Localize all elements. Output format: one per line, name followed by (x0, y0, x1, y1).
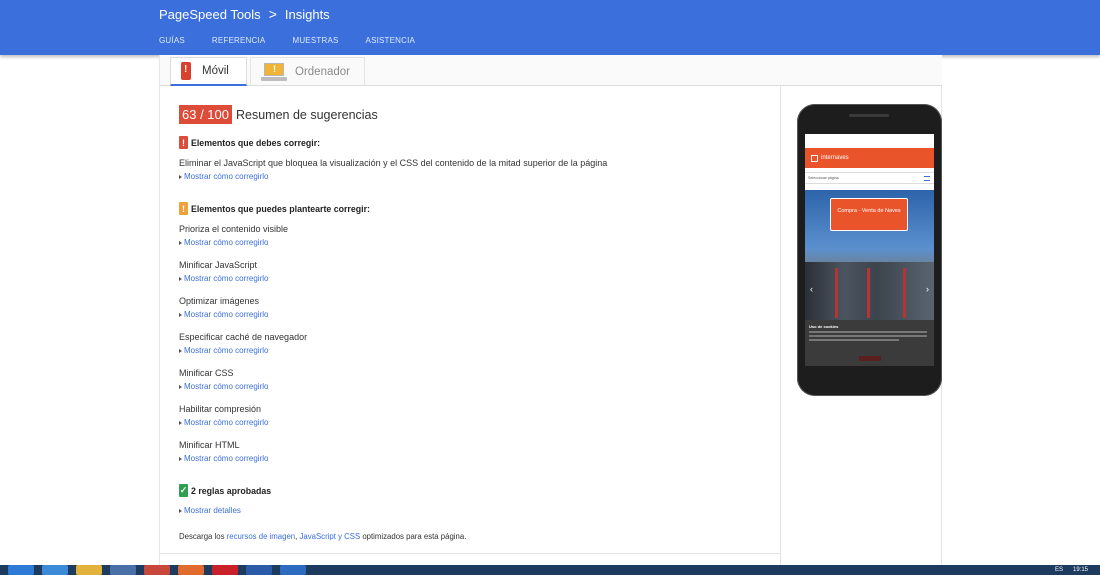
breadcrumb-product[interactable]: PageSpeed Tools (159, 7, 261, 22)
ie-icon[interactable] (42, 565, 68, 575)
language-indicator[interactable]: ES (1055, 565, 1063, 575)
mobile-preview: internaves Seleccionar página Compra - V… (797, 104, 942, 396)
start-icon[interactable] (8, 565, 34, 575)
caret-right-icon (179, 175, 182, 179)
top-nav: GUÍAS REFERENCIA MUESTRAS ASISTENCIA (159, 36, 442, 45)
score-badge: 63 / 100 (179, 105, 232, 124)
column-divider (780, 86, 781, 566)
chevron-left-icon: ‹ (810, 284, 813, 294)
preview-screen: internaves Seleccionar página Compra - V… (805, 134, 934, 366)
rule-title: Eliminar el JavaScript que bloquea la vi… (179, 158, 608, 168)
folder-icon[interactable] (76, 565, 102, 575)
preview-select: Seleccionar página (805, 172, 934, 184)
hamburger-icon (924, 176, 930, 181)
show-fix-link[interactable]: Mostrar cómo corregirlo (179, 346, 769, 356)
caret-right-icon (179, 241, 182, 245)
rule-title: Minificar JavaScript (179, 260, 258, 270)
image-resources-link[interactable]: recursos de imagen (227, 532, 295, 541)
media-icon[interactable] (110, 565, 136, 575)
rule-title: Minificar CSS (179, 368, 234, 378)
desktop-warning-icon (261, 63, 287, 81)
mobile-warning-icon (181, 62, 191, 80)
tab-mobile-label: Móvil (202, 65, 229, 77)
warning-icon: ! (179, 202, 188, 215)
tab-desktop-label: Ordenador (295, 66, 350, 78)
firefox-icon[interactable] (178, 565, 204, 575)
caret-right-icon (179, 277, 182, 281)
chrome-icon[interactable] (144, 565, 170, 575)
rule-title: Habilitar compresión (179, 404, 262, 414)
caret-right-icon (179, 385, 182, 389)
nav-referencia[interactable]: REFERENCIA (212, 36, 266, 45)
rule-item: Minificar HTML Mostrar cómo corregirlo (179, 439, 769, 464)
passed-heading: ✓ 2 reglas aprobadas (179, 484, 272, 497)
show-fix-link[interactable]: Mostrar cómo corregirlo (179, 172, 769, 182)
rule-item: Optimizar imágenes Mostrar cómo corregir… (179, 295, 769, 320)
top-header: PageSpeed Tools > Insights GUÍAS REFEREN… (0, 0, 1100, 55)
rule-item: Especificar caché de navegador Mostrar c… (179, 331, 769, 356)
building-image (805, 262, 934, 320)
preview-cookie-banner: Uso de cookies (805, 320, 934, 366)
rule-title: Especificar caché de navegador (179, 332, 308, 342)
word-icon[interactable] (246, 565, 272, 575)
summary-title: Resumen de sugerencias (236, 107, 378, 122)
brand-logo-icon (811, 154, 818, 162)
breadcrumb: PageSpeed Tools > Insights (159, 6, 330, 22)
nav-guias[interactable]: GUÍAS (159, 36, 185, 45)
outlook-icon[interactable] (280, 565, 306, 575)
consider-fix-heading: ! Elementos que puedes plantearte correg… (179, 202, 769, 215)
rule-item: Habilitar compresión Mostrar cómo correg… (179, 403, 769, 428)
caret-right-icon (179, 313, 182, 317)
chevron-right-icon: › (926, 284, 929, 294)
caret-right-icon (179, 457, 182, 461)
suggestions-summary: 63 / 100 Resumen de sugerencias ! Elemen… (179, 105, 769, 541)
caret-right-icon (179, 421, 182, 425)
check-icon: ✓ (179, 484, 188, 497)
rule-item: Eliminar el JavaScript que bloquea la vi… (179, 157, 769, 182)
show-fix-link[interactable]: Mostrar cómo corregirlo (179, 418, 769, 428)
breadcrumb-section[interactable]: Insights (285, 7, 330, 22)
breadcrumb-separator: > (268, 6, 277, 22)
clock[interactable]: 19:15 (1073, 565, 1088, 575)
error-icon: ! (179, 136, 188, 149)
content-bottom-line (160, 553, 780, 554)
preview-hero-button: Compra - Venta de Naves (830, 198, 908, 231)
show-details-link[interactable]: Mostrar detalles (179, 506, 769, 516)
score-line: 63 / 100 Resumen de sugerencias (179, 105, 769, 124)
tab-mobile[interactable]: Móvil (170, 57, 247, 86)
nav-asistencia[interactable]: ASISTENCIA (366, 36, 416, 45)
show-fix-link[interactable]: Mostrar cómo corregirlo (179, 238, 769, 248)
device-tabs: Móvil Ordenador (160, 55, 942, 86)
preview-hero: Compra - Venta de Naves ‹ › (805, 190, 934, 320)
download-note: Descarga los recursos de imagen, JavaScr… (179, 532, 467, 541)
rule-item: Minificar CSS Mostrar cómo corregirlo (179, 367, 769, 392)
js-css-link[interactable]: JavaScript y CSS (300, 532, 361, 541)
show-fix-link[interactable]: Mostrar cómo corregirlo (179, 274, 769, 284)
must-fix-heading: ! Elementos que debes corregir: (179, 136, 769, 149)
rule-item: Prioriza el contenido visible Mostrar có… (179, 223, 769, 248)
show-fix-link[interactable]: Mostrar cómo corregirlo (179, 382, 769, 392)
show-fix-link[interactable]: Mostrar cómo corregirlo (179, 310, 769, 320)
show-fix-link[interactable]: Mostrar cómo corregirlo (179, 454, 769, 464)
phone-speaker (849, 114, 889, 117)
rule-title: Optimizar imágenes (179, 296, 260, 306)
nav-muestras[interactable]: MUESTRAS (292, 36, 338, 45)
os-taskbar: ES 19:15 (0, 565, 1100, 575)
rule-title: Prioriza el contenido visible (179, 224, 289, 234)
preview-brand-bar: internaves (805, 148, 934, 168)
rule-title: Minificar HTML (179, 440, 240, 450)
opera-icon[interactable] (212, 565, 238, 575)
caret-right-icon (179, 509, 182, 513)
tab-desktop[interactable]: Ordenador (250, 57, 365, 86)
rule-item: Minificar JavaScript Mostrar cómo correg… (179, 259, 769, 284)
system-tray: ES 19:15 (1045, 565, 1088, 575)
caret-right-icon (179, 349, 182, 353)
